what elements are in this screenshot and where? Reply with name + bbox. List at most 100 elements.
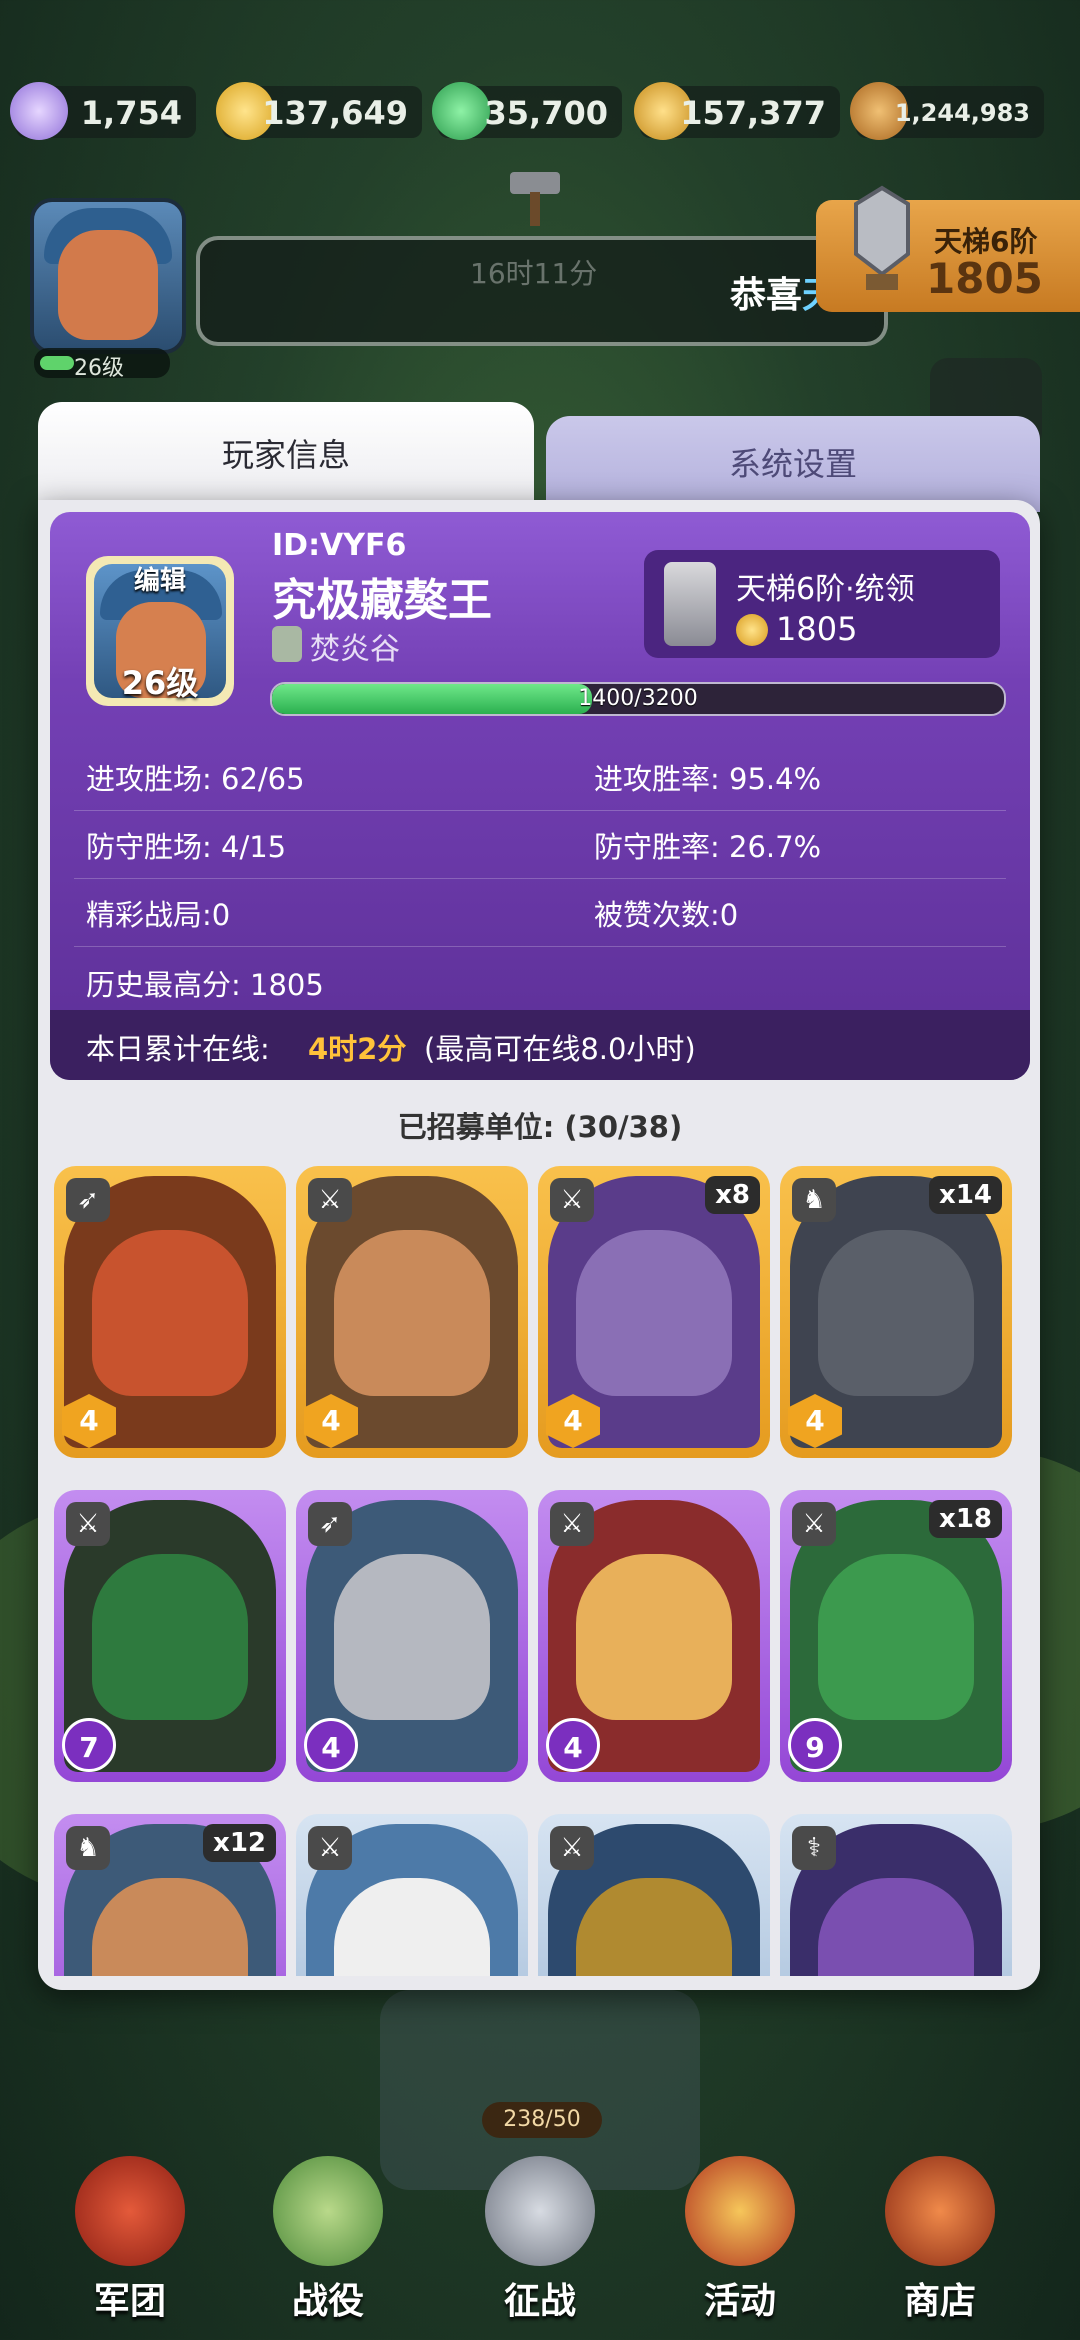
unit-face [334, 1230, 490, 1396]
online-time-bar: 本日累计在线: 4时2分 (最高可在线8.0小时) [50, 1010, 1030, 1080]
guild-icon [272, 626, 302, 662]
online-label: 本日累计在线: [86, 1032, 270, 1066]
sword-type-icon: ⚔ [66, 1502, 110, 1546]
hammer-icon [510, 172, 560, 226]
profile-level: 26级 [121, 664, 199, 702]
shop-icon [885, 2156, 995, 2266]
divider [74, 878, 1006, 879]
edit-label: 编辑 [133, 566, 186, 596]
unit-card[interactable]: ⚔ 4 [296, 1166, 528, 1458]
unit-face [334, 1878, 490, 1976]
horse-type-icon: ♞ [66, 1826, 110, 1870]
nav-conquest[interactable]: 征战 [450, 2150, 630, 2340]
unit-face [818, 1554, 974, 1720]
ladder-rank-name: 天梯6阶·统领 [736, 572, 915, 607]
resource-bar: 1,754 137,649 35,700 157,377 1,244,983 [10, 82, 1070, 142]
crossed-swords-icon [485, 2156, 595, 2266]
unit-grid: ➶ 4 ⚔ 4 ⚔ x8 4 ♞ x14 4 ⚔ 7 ➶ 4 ⚔ 4 ⚔ x18 9 ♞ x12 ⚔ ⚔ ⚕ [50, 1166, 1030, 1976]
unit-card[interactable]: ➶ 4 [54, 1166, 286, 1458]
resource-jade[interactable]: 35,700 [432, 82, 622, 140]
divider [74, 810, 1006, 811]
bottom-nav: 军团 战役 征战 活动 商店 [0, 2150, 1080, 2340]
player-avatar-button[interactable] [30, 198, 186, 354]
ladder-score: 1805 [776, 610, 858, 648]
bow-type-icon: ➶ [66, 1178, 110, 1222]
unit-face [818, 1230, 974, 1396]
guild-name[interactable]: 焚炎谷 [310, 624, 400, 668]
stat-highest-score: 历史最高分: 1805 [86, 968, 324, 1002]
unit-count: x8 [705, 1176, 760, 1214]
stat-defense-winrate: 防守胜率: 26.7% [594, 830, 822, 864]
gem-icon [10, 82, 68, 140]
tab-player-info[interactable]: 玩家信息 [38, 402, 534, 512]
unit-card[interactable]: ⚕ [780, 1814, 1012, 1976]
unit-card[interactable]: ⚔ 7 [54, 1490, 286, 1782]
online-limit: (最高可在线8.0小时) [424, 1032, 696, 1066]
stat-attack-wins: 进攻胜场: 62/65 [86, 762, 305, 796]
unit-face [576, 1554, 732, 1720]
player-profile-card: 编辑 26级 ID:VYF6 究极藏獒王 焚炎谷 天梯6阶·统领 1805 14… [50, 512, 1030, 1080]
unit-face [92, 1878, 248, 1976]
resource-wood[interactable]: 1,244,983 [850, 82, 1044, 140]
player-level-badge: 26级 [34, 348, 170, 381]
tab-system-settings[interactable]: 系统设置 [546, 416, 1040, 512]
announcement-banner[interactable]: 16时11分 恭喜天梯 [196, 236, 888, 346]
stat-attack-winrate: 进攻胜率: 95.4% [594, 762, 822, 796]
profile-avatar-edit-button[interactable]: 编辑 26级 [86, 556, 234, 706]
resource-gem[interactable]: 1,754 [10, 82, 196, 140]
unit-count: x18 [929, 1500, 1002, 1538]
player-name: 究极藏獒王 [272, 575, 492, 626]
level-progress [40, 356, 74, 370]
unit-card[interactable]: ⚔ 4 [538, 1490, 770, 1782]
score-coin-icon [736, 614, 768, 646]
divider [74, 946, 1006, 947]
unit-card[interactable]: ⚔ x8 4 [538, 1166, 770, 1458]
unit-face [92, 1554, 248, 1720]
sword-type-icon: ⚔ [550, 1178, 594, 1222]
experience-text: 1400/3200 [578, 686, 698, 711]
staff-type-icon: ⚕ [792, 1826, 836, 1870]
bow-type-icon: ➶ [308, 1502, 352, 1546]
nav-legion[interactable]: 军团 [40, 2150, 220, 2340]
unit-face [334, 1554, 490, 1720]
sword-type-icon: ⚔ [550, 1502, 594, 1546]
stat-likes: 被赞次数:0 [594, 898, 739, 932]
unit-card[interactable]: ⚔ [538, 1814, 770, 1976]
unit-face [818, 1878, 974, 1976]
map-icon [273, 2156, 383, 2266]
nav-events[interactable]: 活动 [650, 2150, 830, 2340]
ladder-rank-icon [664, 562, 716, 646]
nav-campaign[interactable]: 战役 [238, 2150, 418, 2340]
experience-bar: 1400/3200 [270, 682, 1006, 716]
unit-star-level: 4 [304, 1718, 358, 1772]
sword-type-icon: ⚔ [308, 1178, 352, 1222]
countdown-timer: 16时11分 [470, 257, 598, 290]
ladder-rank-button[interactable]: 天梯6阶 1805 [816, 185, 1080, 312]
unit-face [92, 1230, 248, 1396]
player-id: ID:VYF6 [272, 528, 407, 563]
sword-type-icon: ⚔ [308, 1826, 352, 1870]
unit-star-level: 9 [788, 1718, 842, 1772]
horse-type-icon: ♞ [792, 1178, 836, 1222]
ladder-rank-box: 天梯6阶·统领 1805 [644, 550, 1000, 658]
unit-count: x14 [929, 1176, 1002, 1214]
recruited-units-title: 已招募单位: (30/38) [397, 1110, 683, 1144]
unit-star-level: 7 [62, 1718, 116, 1772]
resource-gold[interactable]: 137,649 [216, 82, 422, 140]
unit-card[interactable]: ⚔ [296, 1814, 528, 1976]
unit-card[interactable]: ♞ x14 4 [780, 1166, 1012, 1458]
legion-icon [75, 2156, 185, 2266]
resource-grain[interactable]: 157,377 [634, 82, 840, 140]
unit-card[interactable]: ♞ x12 [54, 1814, 286, 1976]
ladder-rank-icon [854, 185, 910, 290]
jade-icon [432, 82, 490, 140]
nav-shop[interactable]: 商店 [850, 2150, 1030, 2340]
online-time: 4时2分 [308, 1032, 407, 1066]
stat-defense-wins: 防守胜场: 4/15 [86, 830, 287, 864]
unit-card[interactable]: ➶ 4 [296, 1490, 528, 1782]
event-icon [685, 2156, 795, 2266]
unit-face [576, 1878, 732, 1976]
avatar-face [58, 230, 158, 340]
unit-face [576, 1230, 732, 1396]
unit-card[interactable]: ⚔ x18 9 [780, 1490, 1012, 1782]
